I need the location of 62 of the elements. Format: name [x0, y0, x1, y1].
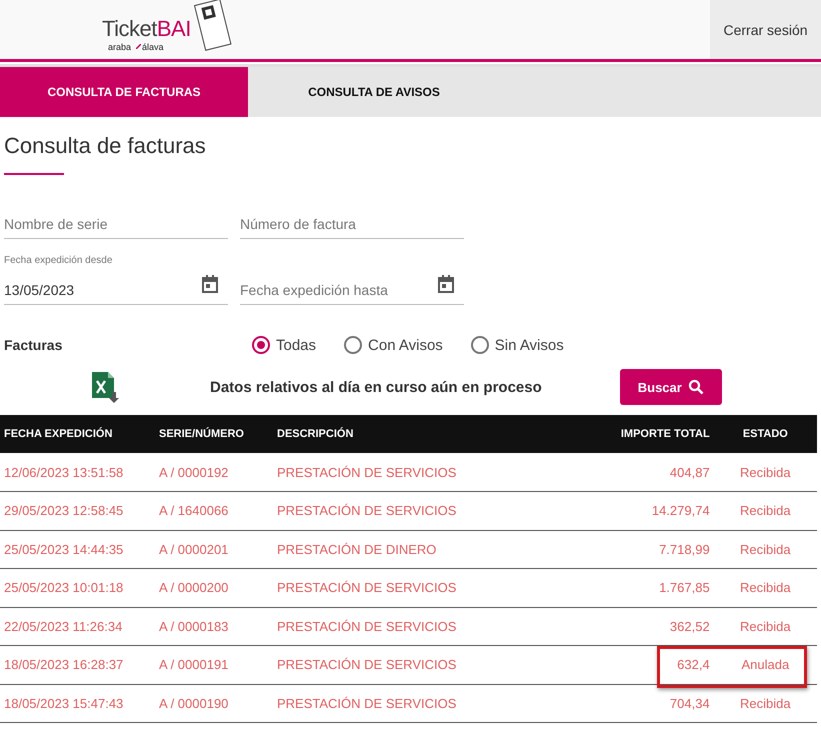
table-cell: 25/05/2023 14:44:35 — [0, 530, 155, 568]
excel-icon[interactable] — [90, 370, 120, 404]
logo-subtitle: álava — [142, 42, 164, 52]
radio-option[interactable]: Todas — [252, 336, 316, 354]
table-cell: 704,34 — [543, 684, 714, 722]
column-header: SERIE/NÚMERO — [155, 415, 273, 453]
table-cell: 362,52 — [543, 607, 714, 646]
table-cell: A / 0000190 — [155, 684, 273, 722]
table-cell: 18/05/2023 15:47:43 — [0, 684, 155, 722]
page-title: Consulta de facturas — [4, 133, 206, 159]
table-cell: 22/05/2023 11:26:34 — [0, 607, 155, 646]
table-cell: 632,4 — [543, 646, 714, 684]
radio-option[interactable]: Sin Avisos — [470, 336, 564, 354]
calendar-icon[interactable] — [438, 275, 454, 293]
table-cell: A / 0000192 — [155, 453, 273, 492]
filter-label: Facturas — [4, 337, 64, 353]
table-cell: PRESTACIÓN DE SERVICIOS — [273, 684, 543, 722]
table-cell: 7.718,99 — [543, 530, 714, 568]
tick-mark-icon — [136, 44, 141, 49]
search-button[interactable]: Buscar — [620, 369, 722, 405]
input-field[interactable]: Nombre de serie — [4, 216, 228, 239]
table-cell: Anulada — [714, 646, 817, 684]
input-field[interactable]: Número de factura — [240, 216, 464, 239]
table-cell: PRESTACIÓN DE SERVICIOS — [273, 646, 543, 684]
logo-subtitle: araba — [108, 42, 132, 52]
logo-text: TicketBAI — [102, 16, 191, 42]
table-cell: Recibida — [714, 530, 817, 568]
table-cell: A / 0000201 — [155, 530, 273, 568]
table-cell: A / 0000200 — [155, 568, 273, 607]
table-cell: 1.767,85 — [543, 568, 714, 607]
table-cell: 25/05/2023 10:01:18 — [0, 568, 155, 607]
table-cell: PRESTACIÓN DE SERVICIOS — [273, 568, 543, 607]
table-cell: PRESTACIÓN DE SERVICIOS — [273, 607, 543, 646]
table-cell: Recibida — [714, 453, 817, 492]
table-cell: PRESTACIÓN DE DINERO — [273, 530, 543, 568]
column-header: FECHA EXPEDICIÓN — [0, 415, 155, 453]
column-header: DESCRIPCIÓN — [273, 415, 543, 453]
table-cell: A / 0000191 — [155, 646, 273, 684]
table-cell: 18/05/2023 16:28:37 — [0, 646, 155, 684]
table-cell: PRESTACIÓN DE SERVICIOS — [273, 453, 543, 492]
tab[interactable]: CONSULTA DE FACTURAS — [0, 67, 248, 117]
table-cell: A / 1640066 — [155, 492, 273, 530]
table-cell: PRESTACIÓN DE SERVICIOS — [273, 492, 543, 530]
field-label: Fecha expedición desde — [4, 255, 112, 266]
column-header: ESTADO — [714, 415, 817, 453]
table-cell: 29/05/2023 12:58:45 — [0, 492, 155, 530]
date-field[interactable]: 13/05/2023 — [4, 282, 228, 305]
date-field[interactable]: Fecha expedición hasta — [240, 282, 464, 305]
notice-text: Datos relativos al día en curso aún en proceso — [210, 378, 542, 396]
table-cell: Recibida — [714, 568, 817, 607]
table-cell: 14.279,74 — [543, 492, 714, 530]
table-cell: Recibida — [714, 492, 817, 530]
table-cell: A / 0000183 — [155, 607, 273, 646]
table-cell: 12/06/2023 13:51:58 — [0, 453, 155, 492]
logout-button[interactable]: Cerrar sesión — [710, 0, 821, 59]
search-icon — [688, 379, 704, 395]
table-cell: Recibida — [714, 684, 817, 722]
calendar-icon[interactable] — [202, 275, 218, 293]
table-cell: 404,87 — [543, 453, 714, 492]
radio-option[interactable]: Con Avisos — [344, 336, 443, 354]
table-cell: Recibida — [714, 607, 817, 646]
column-header: IMPORTE TOTAL — [543, 415, 714, 453]
